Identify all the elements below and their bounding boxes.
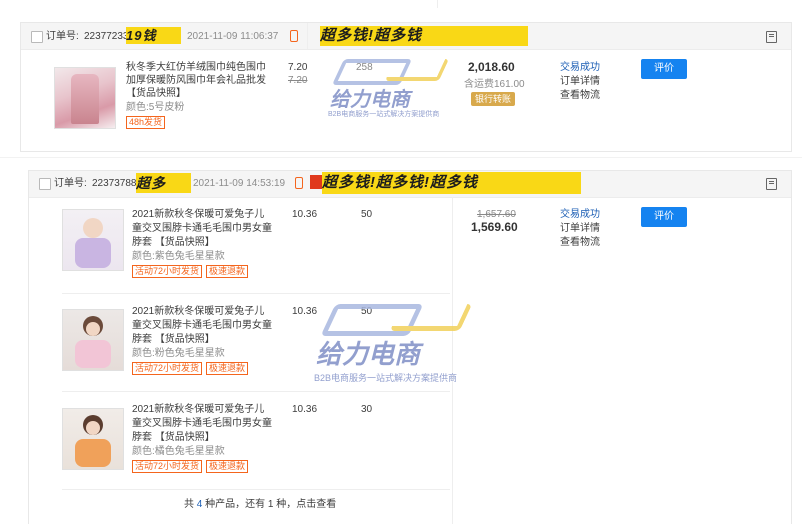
product-title-line[interactable]: 2021新款秋冬保暖可爱兔子儿 — [132, 208, 264, 221]
product-image[interactable] — [54, 67, 116, 129]
footer-count: 4 — [196, 499, 203, 510]
watermark-logo: 给力电商 B2B电商服务一站式解决方案提供商 — [314, 300, 491, 385]
product-snapshot-link[interactable]: 脖套 【货品快照】 — [132, 431, 215, 444]
tag-fast-refund: 极速退款 — [206, 460, 249, 473]
item-divider — [62, 489, 450, 490]
scarf-shape — [75, 439, 111, 467]
order-no-label: 订单号: — [54, 178, 87, 189]
order-detail-link[interactable]: 订单详情 — [560, 222, 600, 235]
product-title-line[interactable]: 童交叉围脖卡通毛毛围巾男女童 — [132, 222, 272, 235]
order-no: 22377233 — [84, 31, 129, 42]
footer-text: 种，点击查看 — [276, 499, 337, 510]
logistics-link[interactable]: 查看物流 — [560, 89, 600, 102]
order-no: 22373788 — [92, 178, 137, 189]
item-divider — [62, 391, 450, 392]
product-snapshot-link[interactable]: 脖套 【货品快照】 — [132, 236, 215, 249]
tag-fast-refund: 极速退款 — [206, 265, 249, 278]
watermark-subtitle: B2B电商服务一站式解决方案提供商 — [314, 373, 458, 383]
quantity: 50 — [361, 209, 373, 220]
promo-banner-left: 超多 — [136, 173, 191, 193]
order-time: 2021-11-09 11:06:37 — [187, 31, 279, 42]
footer-text: 共 — [184, 499, 194, 510]
header-divider — [307, 23, 308, 49]
rate-button[interactable]: 评价 — [641, 59, 687, 79]
mobile-phone-icon — [290, 30, 298, 42]
child-face — [86, 322, 100, 336]
product-image[interactable] — [62, 408, 124, 470]
order-total: 2,018.60 — [468, 60, 515, 74]
order-time: 2021-11-09 14:53:19 — [193, 178, 286, 189]
shipping-fee: 含运费161.00 — [464, 79, 525, 90]
tag-48h-shipping: 48h发货 — [126, 116, 166, 129]
order-total: 1,569.60 — [471, 220, 518, 234]
order-no-label: 订单号: — [46, 31, 79, 42]
original-price: 7.20 — [288, 75, 308, 86]
unit-price: 10.36 — [292, 404, 318, 415]
promo-banner-right: 超多钱!超多钱 — [320, 26, 528, 46]
section-divider — [0, 157, 802, 158]
note-icon[interactable] — [766, 31, 777, 43]
product-title-line[interactable]: 秋冬季大红仿羊绒围巾纯色围巾 — [126, 61, 266, 74]
product-spec: 颜色:橘色兔毛星星款 — [132, 446, 225, 457]
scarf-shape — [71, 74, 99, 124]
tag-72h-shipping: 活动72小时发货 — [132, 362, 203, 375]
promo-banner-right: 超多钱!超多钱!超多钱 — [322, 172, 581, 194]
footer-text: 种产品，还有 — [205, 499, 266, 510]
pay-method-badge: 银行转账 — [471, 92, 516, 106]
product-image[interactable] — [62, 309, 124, 371]
product-title-line[interactable]: 加厚保暖防风围巾年会礼品批发 — [126, 74, 266, 87]
unit-price: 10.36 — [292, 306, 318, 317]
watermark-title: 给力电商 — [316, 339, 421, 369]
order-header: 订单号: 22377233 19钱 2021-11-09 11:06:37 超多… — [21, 23, 791, 50]
tag-72h-shipping: 活动72小时发货 — [132, 265, 203, 278]
footer-more-count: 1 — [267, 499, 274, 510]
mobile-phone-icon — [295, 177, 303, 189]
order-detail-link[interactable]: 订单详情 — [560, 75, 600, 88]
order-header: 订单号: 22373788 超多 2021-11-09 14:53:19 超多钱… — [29, 171, 791, 198]
product-snapshot-link[interactable]: 【货品快照】 — [126, 87, 186, 100]
product-title-line[interactable]: 2021新款秋冬保暖可爱兔子儿 — [132, 305, 264, 318]
watermark-logo-mark — [384, 59, 450, 81]
unit-price: 7.20 — [288, 62, 308, 73]
quantity: 30 — [361, 404, 373, 415]
product-title-line[interactable]: 童交叉围脖卡通毛毛围巾男女童 — [132, 319, 272, 332]
product-spec: 颜色:粉色兔毛星星款 — [132, 348, 225, 359]
product-snapshot-link[interactable]: 脖套 【货品快照】 — [132, 333, 215, 346]
more-products-footer[interactable]: 共 4 种产品，还有 1 种，点击查看 — [184, 498, 336, 511]
tag-fast-refund: 极速退款 — [206, 362, 249, 375]
top-separator — [437, 0, 438, 8]
trade-status: 交易成功 — [560, 62, 600, 73]
logistics-link[interactable]: 查看物流 — [560, 236, 600, 249]
product-title-line[interactable]: 2021新款秋冬保暖可爱兔子儿 — [132, 403, 264, 416]
note-icon[interactable] — [766, 178, 777, 190]
scarf-shape — [75, 340, 111, 368]
watermark-title: 给力电商 — [330, 89, 410, 111]
rate-button[interactable]: 评价 — [641, 207, 687, 227]
product-title-line[interactable]: 童交叉围脖卡通毛毛围巾男女童 — [132, 417, 272, 430]
order-checkbox[interactable] — [31, 31, 43, 43]
watermark-logo-mark — [389, 304, 473, 331]
product-image[interactable] — [62, 209, 124, 271]
product-spec: 颜色:5号皮粉 — [126, 102, 185, 113]
scarf-shape — [75, 238, 111, 268]
tag-72h-shipping: 活动72小时发货 — [132, 460, 203, 473]
watermark-logo: 给力电商 B2B电商服务一站式解决方案提供商 — [328, 55, 470, 125]
red-tag-icon — [310, 175, 322, 189]
child-face — [86, 421, 100, 435]
promo-banner-left: 19钱 — [126, 27, 181, 44]
unit-price: 10.36 — [292, 209, 318, 220]
child-face — [83, 218, 103, 238]
watermark-subtitle: B2B电商服务一站式解决方案提供商 — [328, 111, 440, 118]
order-checkbox[interactable] — [39, 178, 51, 190]
product-spec: 颜色:紫色兔毛星星款 — [132, 251, 225, 262]
trade-status: 交易成功 — [560, 209, 600, 220]
item-divider — [62, 293, 450, 294]
